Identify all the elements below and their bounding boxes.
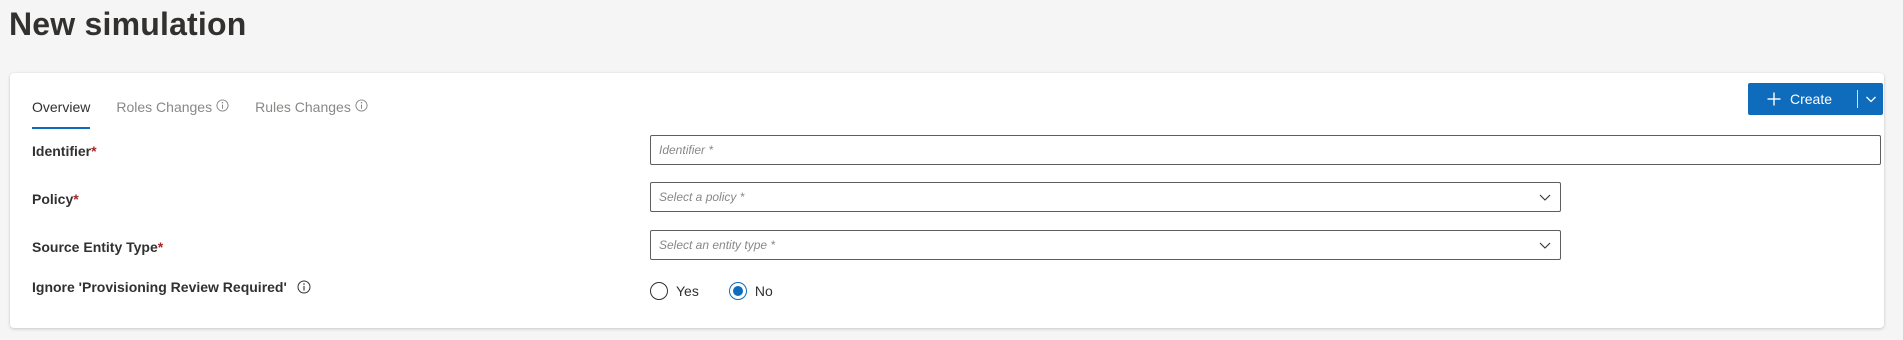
tab-list: Overview Roles Changes Rules Changes: [32, 95, 394, 129]
radio-option-yes[interactable]: Yes: [650, 282, 699, 300]
required-mark: *: [91, 143, 97, 159]
create-options-button[interactable]: [1858, 83, 1883, 115]
tab-rules-changes[interactable]: Rules Changes: [255, 95, 368, 119]
radio-button-yes[interactable]: [650, 282, 668, 300]
create-button[interactable]: Create: [1748, 83, 1851, 115]
info-icon[interactable]: [297, 280, 311, 294]
ignore-review-label-text: Ignore 'Provisioning Review Required': [32, 279, 287, 295]
required-mark: *: [73, 191, 79, 207]
radio-button-no[interactable]: [728, 282, 747, 300]
chevron-down-icon: [1539, 242, 1551, 249]
info-icon: [355, 98, 368, 112]
info-icon: [216, 98, 229, 112]
source-entity-type-label-text: Source Entity Type: [32, 239, 158, 255]
policy-label: Policy*: [32, 191, 79, 207]
radio-option-no[interactable]: No: [728, 282, 773, 300]
page-title: New simulation: [9, 6, 247, 42]
required-mark: *: [157, 239, 164, 255]
identifier-label: Identifier*: [32, 143, 97, 159]
ignore-review-label: Ignore 'Provisioning Review Required': [32, 279, 311, 295]
policy-dropdown[interactable]: Select a policy *: [650, 182, 1561, 212]
radio-selected-dot: [732, 286, 743, 296]
identifier-field: [650, 135, 1881, 165]
radio-option-yes-label: Yes: [676, 283, 699, 299]
identifier-label-text: Identifier: [32, 143, 92, 159]
source-entity-type-dropdown[interactable]: Select an entity type *: [650, 230, 1561, 260]
ignore-review-radio-group: Yes No: [650, 282, 803, 300]
tab-rules-changes-label: Rules Changes: [255, 99, 351, 115]
tab-roles-changes-label: Roles Changes: [116, 99, 213, 115]
plus-icon: [1767, 92, 1781, 106]
source-entity-type-dropdown-placeholder: Select an entity type *: [659, 238, 776, 252]
radio-option-no-label: No: [754, 283, 773, 299]
policy-dropdown-placeholder: Select a policy *: [659, 190, 745, 204]
create-split-button: Create: [1748, 83, 1883, 115]
chevron-down-icon: [1865, 96, 1876, 103]
tab-overview-label: Overview: [32, 99, 91, 115]
create-button-label: Create: [1790, 91, 1833, 107]
tab-overview[interactable]: Overview: [32, 95, 91, 129]
policy-label-text: Policy: [32, 191, 74, 207]
source-entity-type-label: Source Entity Type*: [32, 239, 163, 255]
chevron-down-icon: [1539, 194, 1551, 201]
simulation-form-card: Overview Roles Changes Rules Changes Cre…: [10, 73, 1884, 328]
identifier-input[interactable]: [651, 136, 1880, 164]
tab-roles-changes[interactable]: Roles Changes: [116, 95, 229, 119]
